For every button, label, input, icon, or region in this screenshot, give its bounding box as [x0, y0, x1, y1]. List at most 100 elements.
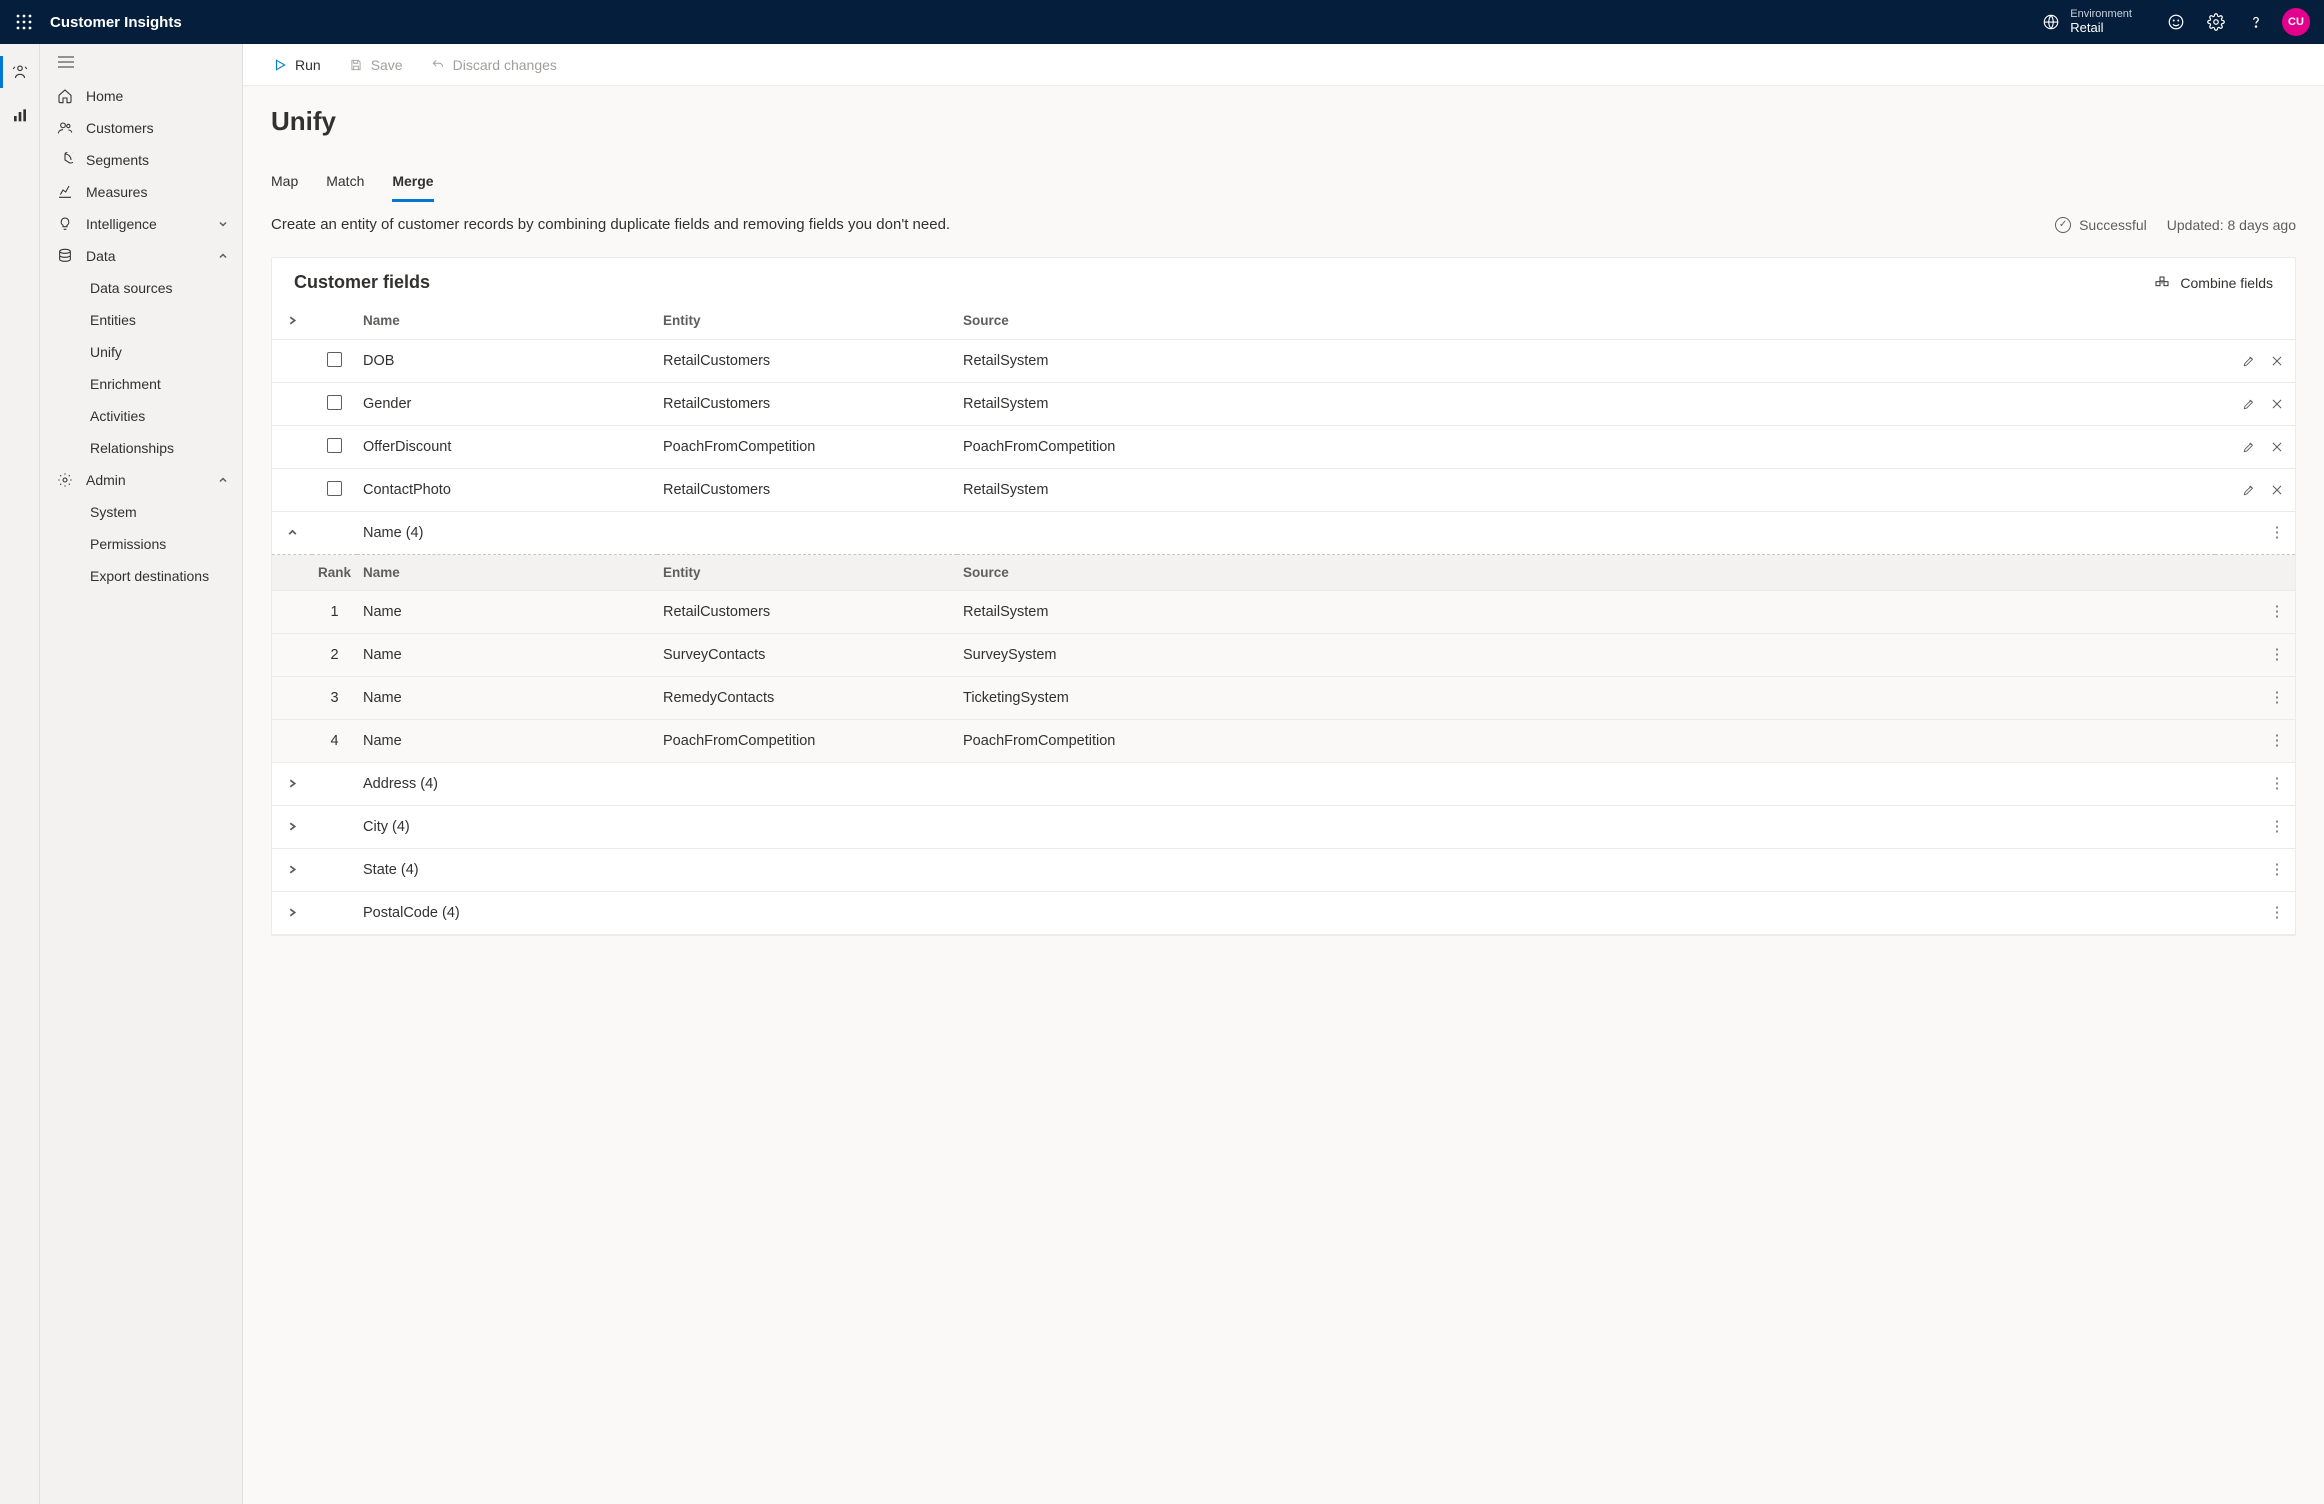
chevron-right-icon[interactable]	[283, 818, 301, 836]
group-header-name[interactable]: Name (4) ⋮	[272, 512, 2295, 555]
rename-icon[interactable]	[2237, 349, 2261, 373]
rename-icon[interactable]	[2237, 392, 2261, 416]
nav-intelligence[interactable]: Intelligence	[40, 208, 242, 240]
environment-label: Environment	[2070, 8, 2132, 21]
check-icon: ✓	[2055, 217, 2071, 233]
more-icon[interactable]: ⋮	[2265, 686, 2289, 710]
chevron-right-icon[interactable]	[283, 861, 301, 879]
checkbox[interactable]	[327, 481, 342, 496]
item-entity: PoachFromCompetition	[657, 720, 957, 763]
nav-relationships[interactable]: Relationships	[40, 432, 242, 464]
app-launcher-icon[interactable]	[8, 6, 40, 38]
chevron-right-icon[interactable]	[283, 904, 301, 922]
save-icon	[349, 58, 363, 72]
chevron-up-icon[interactable]	[283, 524, 301, 542]
more-icon[interactable]: ⋮	[2265, 772, 2289, 796]
combine-fields-button[interactable]: Combine fields	[2154, 275, 2273, 291]
nav-home[interactable]: Home	[40, 80, 242, 112]
more-icon[interactable]: ⋮	[2265, 858, 2289, 882]
more-icon[interactable]: ⋮	[2265, 729, 2289, 753]
more-icon[interactable]: ⋮	[2265, 901, 2289, 925]
nav-permissions[interactable]: Permissions	[40, 528, 242, 560]
rail-insights-icon[interactable]	[0, 56, 40, 88]
remove-icon[interactable]	[2265, 392, 2289, 416]
group-header[interactable]: City (4) ⋮	[272, 806, 2295, 849]
card-title: Customer fields	[294, 272, 430, 293]
more-icon[interactable]: ⋮	[2265, 521, 2289, 545]
environment-picker[interactable]: Environment Retail	[2042, 8, 2132, 36]
nav-label: Segments	[86, 152, 149, 168]
settings-icon[interactable]	[2196, 6, 2236, 38]
more-icon[interactable]: ⋮	[2265, 600, 2289, 624]
item-entity: RetailCustomers	[657, 591, 957, 634]
checkbox[interactable]	[327, 438, 342, 453]
sidebar-collapse-icon[interactable]	[40, 44, 242, 80]
product-name: Customer Insights	[50, 14, 182, 31]
item-source: SurveySystem	[957, 634, 2215, 677]
discard-button: Discard changes	[421, 49, 567, 81]
nav-export[interactable]: Export destinations	[40, 560, 242, 592]
item-source: TicketingSystem	[957, 677, 2215, 720]
nav-customers[interactable]: Customers	[40, 112, 242, 144]
checkbox[interactable]	[327, 352, 342, 367]
item-entity: RemedyContacts	[657, 677, 957, 720]
smiley-icon[interactable]	[2156, 6, 2196, 38]
nav-admin[interactable]: Admin	[40, 464, 242, 496]
header-name: Name	[357, 555, 657, 591]
page-title: Unify	[271, 106, 2296, 137]
nav-data[interactable]: Data	[40, 240, 242, 272]
rename-icon[interactable]	[2237, 478, 2261, 502]
rename-icon[interactable]	[2237, 435, 2261, 459]
rail-bars-icon[interactable]	[0, 100, 40, 132]
remove-icon[interactable]	[2265, 478, 2289, 502]
group-item-row: 4NamePoachFromCompetitionPoachFromCompet…	[272, 720, 2295, 763]
measures-icon	[56, 183, 74, 201]
chevron-up-icon	[218, 248, 228, 264]
group-header[interactable]: PostalCode (4)⋮	[272, 892, 2295, 935]
more-icon[interactable]: ⋮	[2265, 643, 2289, 667]
nav-entities[interactable]: Entities	[40, 304, 242, 336]
nav-activities[interactable]: Activities	[40, 400, 242, 432]
remove-icon[interactable]	[2265, 435, 2289, 459]
page-description: Create an entity of customer records by …	[271, 216, 2035, 233]
item-name: Name	[357, 720, 657, 763]
chevron-down-icon	[218, 216, 228, 232]
nav-measures[interactable]: Measures	[40, 176, 242, 208]
expand-all-icon[interactable]	[283, 311, 301, 329]
group-header[interactable]: State (4)⋮	[272, 849, 2295, 892]
tab-match[interactable]: Match	[326, 173, 364, 202]
more-icon[interactable]: ⋮	[2265, 815, 2289, 839]
nav-segments[interactable]: Segments	[40, 144, 242, 176]
field-row: DOBRetailCustomersRetailSystem	[272, 340, 2295, 383]
help-icon[interactable]	[2236, 6, 2276, 38]
chevron-right-icon[interactable]	[283, 775, 301, 793]
group-label: City (4)	[357, 806, 2215, 849]
nav-enrichment[interactable]: Enrichment	[40, 368, 242, 400]
tab-map[interactable]: Map	[271, 173, 298, 202]
field-row: OfferDiscountPoachFromCompetitionPoachFr…	[272, 426, 2295, 469]
header-entity: Entity	[657, 555, 957, 591]
main: Run Save Discard changes Unify Map Match…	[243, 44, 2324, 1504]
remove-icon[interactable]	[2265, 349, 2289, 373]
item-source: PoachFromCompetition	[957, 720, 2215, 763]
tab-merge[interactable]: Merge	[392, 173, 433, 202]
nav-label: Admin	[86, 472, 126, 488]
nav-label: Home	[86, 88, 123, 104]
nav-label: Intelligence	[86, 216, 157, 232]
nav-system[interactable]: System	[40, 496, 242, 528]
nav-label: Activities	[90, 408, 145, 424]
customers-icon	[56, 119, 74, 137]
item-rank: 3	[312, 677, 357, 720]
run-button[interactable]: Run	[263, 49, 331, 81]
play-icon	[273, 58, 287, 72]
cmd-label: Run	[295, 57, 321, 73]
group-header[interactable]: Address (4)⋮	[272, 763, 2295, 806]
nav-label: Relationships	[90, 440, 174, 456]
nav-unify[interactable]: Unify	[40, 336, 242, 368]
field-name: ContactPhoto	[357, 469, 657, 512]
avatar[interactable]: CU	[2282, 8, 2310, 36]
nav-label: Data	[86, 248, 116, 264]
app-rail	[0, 44, 40, 1504]
checkbox[interactable]	[327, 395, 342, 410]
nav-data-sources[interactable]: Data sources	[40, 272, 242, 304]
